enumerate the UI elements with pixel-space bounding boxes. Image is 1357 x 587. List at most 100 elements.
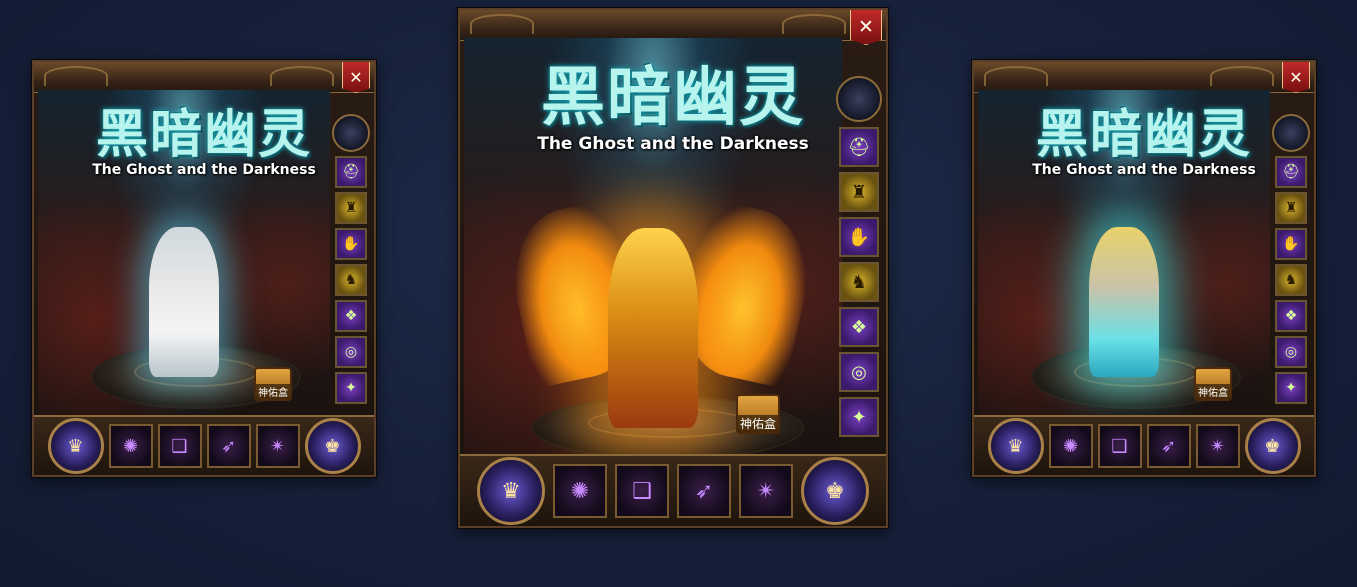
equipment-slot-3[interactable]: ✋	[839, 217, 879, 257]
equipment-slot-1[interactable]: ⛑	[335, 156, 367, 188]
character-model	[149, 227, 219, 377]
bottom-slot-3[interactable]: ➶	[1146, 424, 1191, 468]
helmet-icon: ⛑	[342, 164, 360, 180]
column-cap-orb	[332, 114, 370, 152]
title-chinese: 黑暗幽灵	[541, 60, 805, 135]
book-icon: ❑	[1111, 435, 1128, 457]
equipment-panel-center: 黑暗幽灵 The Ghost and the Darkness ✕ ⛑ ♜ ✋ ♞ ❖ ◎…	[458, 8, 888, 528]
equipment-slot-7[interactable]: ✦	[1275, 372, 1307, 404]
necklace-icon: ✦	[1285, 380, 1297, 396]
title-chinese: 黑暗幽灵	[1035, 104, 1252, 165]
close-button[interactable]: ✕	[1282, 62, 1310, 93]
equipment-slot-3[interactable]: ✋	[1275, 228, 1307, 260]
helmet-icon: ⛑	[847, 136, 871, 158]
round-button-left[interactable]: ♛	[477, 457, 545, 525]
title-english: The Ghost and the Darkness	[92, 162, 316, 178]
belt-icon: ❖	[850, 316, 868, 338]
bottom-slot-3[interactable]: ➶	[206, 424, 251, 468]
close-button[interactable]: ✕	[850, 10, 882, 45]
column-cap-orb	[836, 76, 882, 122]
equipment-slot-3[interactable]: ✋	[335, 228, 367, 260]
equipment-slot-7[interactable]: ✦	[839, 397, 879, 437]
blessing-box-label: 神佑盒	[1196, 384, 1230, 399]
armor-icon: ♜	[850, 181, 868, 203]
bottom-slot-4[interactable]: ✴	[255, 424, 300, 468]
equipment-slot-6[interactable]: ◎	[839, 352, 879, 392]
equipment-panel-right: 黑暗幽灵 The Ghost and the Darkness ✕ ⛑ ♜ ✋ ♞ ❖ ◎…	[972, 60, 1316, 477]
title-english: The Ghost and the Darkness	[1032, 162, 1256, 178]
equipment-slot-4[interactable]: ♞	[335, 264, 367, 296]
equipment-slot-7[interactable]: ✦	[335, 372, 367, 404]
blessing-box-button[interactable]: 神佑盒	[1194, 367, 1232, 401]
round-button-right[interactable]: ♚	[801, 457, 869, 525]
book-icon: ❑	[632, 478, 652, 504]
equipment-slot-6[interactable]: ◎	[1275, 336, 1307, 368]
round-button-right[interactable]: ♚	[304, 418, 361, 474]
equipment-slot-column: ⛑ ♜ ✋ ♞ ❖ ◎ ✦	[1272, 114, 1310, 404]
equipment-panel-left: 黑暗幽灵 The Ghost and the Darkness ✕ ⛑ ♜ ✋ ♞ ❖ ◎…	[32, 60, 376, 477]
blessing-box-button[interactable]: 神佑盒	[736, 394, 780, 434]
bottom-slot-2[interactable]: ❑	[615, 464, 669, 518]
orb-icon: ✺	[1062, 435, 1079, 457]
round-button-left[interactable]: ♛	[987, 418, 1044, 474]
ring-icon: ◎	[851, 361, 867, 383]
title-chinese: 黑暗幽灵	[95, 104, 312, 165]
gloves-icon: ✋	[1282, 236, 1300, 252]
round-button-left[interactable]: ♛	[47, 418, 104, 474]
helmet-icon: ⛑	[1282, 164, 1300, 180]
equipment-slot-2[interactable]: ♜	[839, 172, 879, 212]
equipment-slot-1[interactable]: ⛑	[839, 127, 879, 167]
gloves-icon: ✋	[342, 236, 360, 252]
equipment-slot-column: ⛑ ♜ ✋ ♞ ❖ ◎ ✦	[332, 114, 370, 404]
bottom-slot-2[interactable]: ❑	[157, 424, 202, 468]
round-button-right[interactable]: ♚	[1244, 418, 1301, 474]
bottom-slot-3[interactable]: ➶	[677, 464, 731, 518]
bottom-slot-1[interactable]: ✺	[1048, 424, 1093, 468]
gloves-icon: ✋	[847, 226, 871, 248]
panel-frame-top	[460, 10, 886, 41]
bottom-slot-4[interactable]: ✴	[739, 464, 793, 518]
equipment-slot-4[interactable]: ♞	[839, 262, 879, 302]
shuriken-icon: ✴	[269, 435, 286, 457]
boots-icon: ♞	[1284, 272, 1298, 288]
necklace-icon: ✦	[345, 380, 357, 396]
weapon-icon: ➶	[694, 478, 714, 504]
equipment-slot-6[interactable]: ◎	[335, 336, 367, 368]
bottom-slot-4[interactable]: ✴	[1195, 424, 1240, 468]
equipment-slot-2[interactable]: ♜	[335, 192, 367, 224]
bottom-slot-1[interactable]: ✺	[553, 464, 607, 518]
character-model	[1089, 227, 1159, 377]
bottom-slot-bar: ♛ ✺ ❑ ➶ ✴ ♚	[34, 415, 374, 475]
shuriken-icon: ✴	[1209, 435, 1226, 457]
boots-icon: ♞	[850, 271, 868, 293]
close-button[interactable]: ✕	[342, 62, 370, 93]
bottom-slot-1[interactable]: ✺	[108, 424, 153, 468]
bottom-slot-bar: ♛ ✺ ❑ ➶ ✴ ♚	[460, 454, 886, 526]
shuriken-icon: ✴	[756, 478, 776, 504]
equipment-slot-4[interactable]: ♞	[1275, 264, 1307, 296]
ring-icon: ◎	[1284, 344, 1298, 360]
necklace-icon: ✦	[851, 406, 867, 428]
equipment-slot-5[interactable]: ❖	[335, 300, 367, 332]
equipment-slot-column: ⛑ ♜ ✋ ♞ ❖ ◎ ✦	[836, 76, 882, 437]
equipment-slot-5[interactable]: ❖	[1275, 300, 1307, 332]
weapon-icon: ➶	[1160, 435, 1177, 457]
character-model	[608, 228, 698, 428]
orb-icon: ✺	[122, 435, 139, 457]
blessing-box-button[interactable]: 神佑盒	[254, 367, 292, 401]
equipment-slot-1[interactable]: ⛑	[1275, 156, 1307, 188]
column-cap-orb	[1272, 114, 1310, 152]
belt-icon: ❖	[1284, 308, 1298, 324]
belt-icon: ❖	[344, 308, 358, 324]
equipment-slot-2[interactable]: ♜	[1275, 192, 1307, 224]
orb-icon: ✺	[570, 478, 590, 504]
equipment-slot-5[interactable]: ❖	[839, 307, 879, 347]
panel-frame-top	[974, 62, 1314, 93]
bottom-slot-bar: ♛ ✺ ❑ ➶ ✴ ♚	[974, 415, 1314, 475]
blessing-box-label: 神佑盒	[256, 384, 290, 399]
boots-icon: ♞	[344, 272, 358, 288]
armor-icon: ♜	[344, 200, 358, 216]
armor-icon: ♜	[1284, 200, 1298, 216]
weapon-icon: ➶	[220, 435, 237, 457]
bottom-slot-2[interactable]: ❑	[1097, 424, 1142, 468]
